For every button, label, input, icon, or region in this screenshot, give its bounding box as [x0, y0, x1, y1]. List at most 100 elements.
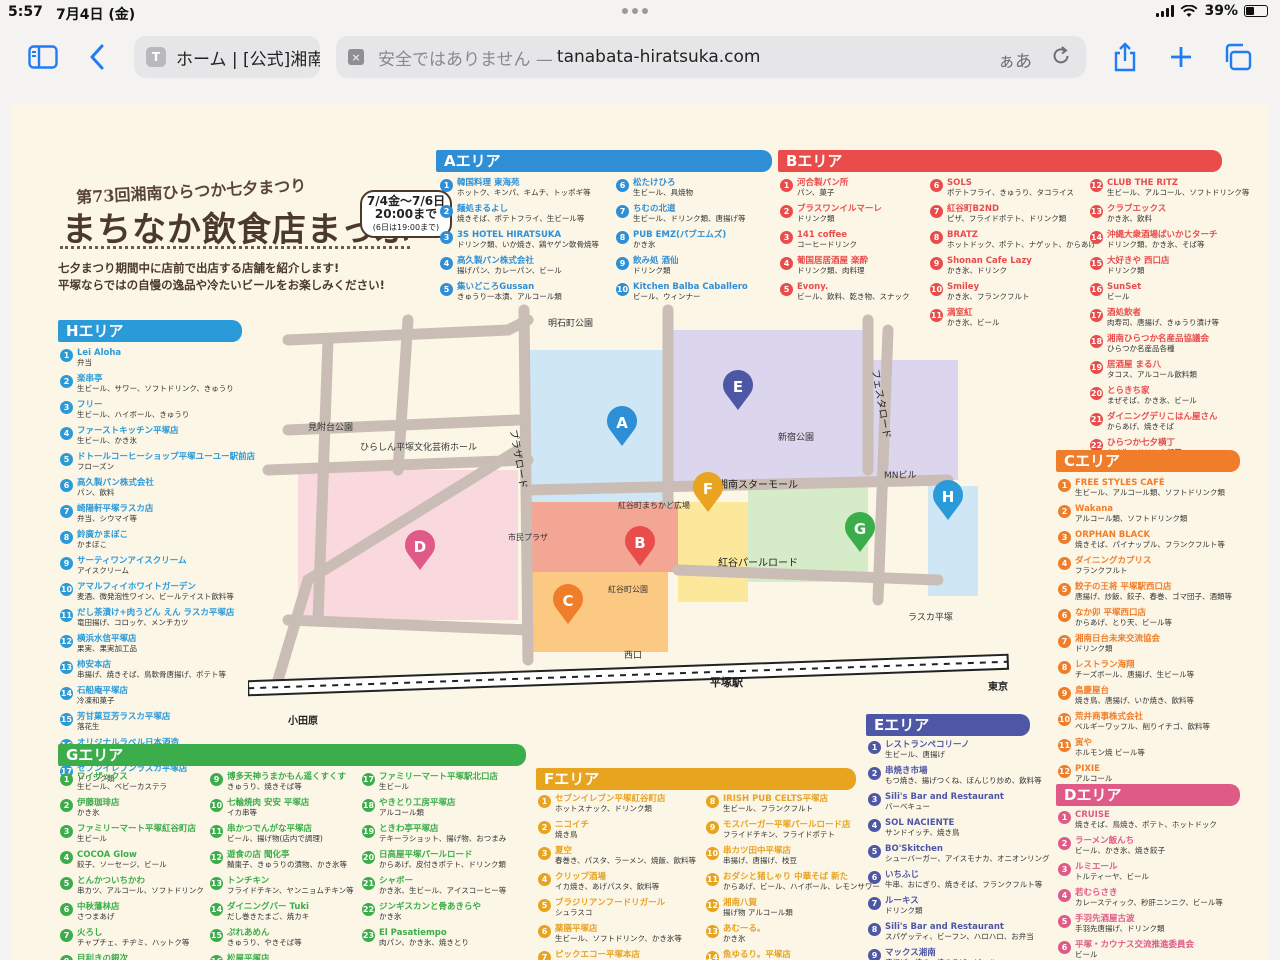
area-h-shop-item: 13 柿安本店 串揚げ、焼きそば、鳥軟骨唐揚げ、ポテト等: [60, 660, 246, 680]
shop-number: 10: [210, 799, 223, 812]
shop-name: いちふじ: [885, 870, 920, 880]
text-size-button[interactable]: ぁあ: [998, 47, 1032, 72]
shop-desc: 手羽先唐揚げ、ドリンク類: [1075, 924, 1165, 933]
area-d-shop-item: 1 CRUISE 焼きそば、鳥焼き、ポテト、ホットドック: [1058, 810, 1248, 830]
area-h-shop-item: 7 崎陽軒平塚ラスカ店 弁当、シウマイ等: [60, 504, 246, 524]
shop-name: ORPHAN BLACK: [1075, 530, 1151, 540]
area-c-shop-item: 9 鳥慶屋台 焼き鳥、唐揚げ、いか焼き、飲料等: [1058, 686, 1248, 706]
shop-desc: 生ビール、サワー、ソフトドリンク、きゅうり: [77, 384, 234, 393]
shop-name: 日高屋平塚パールロード: [379, 850, 473, 860]
area-h-shop-item: 2 楽串亭 生ビール、サワー、ソフトドリンク、きゅうり: [60, 374, 246, 394]
shop-desc: シューバーガー、アイスモナカ、オニオンリング: [885, 854, 1050, 863]
area-e-shop-item: 2 串焼き市場 もつ焼き、揚げつくね、ぼんじり炒め、飲料等: [868, 766, 1048, 786]
shop-desc: スパゲッティ、ビーフン、ハロハロ、お弁当: [885, 932, 1034, 941]
shop-desc: コーヒードリンク: [797, 240, 857, 249]
shop-name: 麺処まるよし: [457, 204, 509, 214]
area-h-shop-item: 5 ドトールコーヒーショップ平塚ユーユー駅前店 フローズン: [60, 452, 255, 472]
shop-name: 薬膳平塚店: [555, 924, 598, 934]
shop-desc: きゅうり、やきそば等: [227, 938, 302, 947]
area-b-header: Bエリア: [778, 150, 1222, 172]
plus-icon[interactable]: [1164, 40, 1198, 74]
address-bar[interactable]: × 安全ではありません — tanabata-hiratsuka.com ぁあ: [336, 36, 1086, 78]
browser-toolbar: T ホーム | [公式]湘南 × 安全ではありません — tanabata-hi…: [0, 26, 1280, 92]
area-d-shop-item: 4 若むらさき カレースティック、秒肝ニンニク、ビール等: [1058, 888, 1248, 908]
shop-name: トンチキン: [227, 876, 270, 886]
shop-desc: 串揚げ、焼きそば、鳥軟骨唐揚げ、ポテト等: [77, 670, 226, 679]
shop-number: 6: [538, 925, 551, 938]
area-b-shop-item: 12 CLUB THE RITZ 生ビール、アルコール、ソフトドリンク等: [1090, 178, 1249, 198]
shop-name: ファーストキッチン平塚店: [77, 426, 179, 436]
shop-desc: 生ビール、ハイボール、きゅうり: [77, 410, 190, 419]
shop-number: 8: [616, 231, 629, 244]
area-e-shop-item: 7 ルーキス ドリンク類: [868, 896, 1048, 916]
shop-desc: もつ焼き、揚げつくね、ぼんじり炒め、飲料等: [885, 776, 1042, 785]
shop-desc: イカ串等: [227, 808, 257, 817]
area-d-shop-item: 2 ラーメン飯んち ビール、かき氷、焼き餃子: [1058, 836, 1248, 856]
area-b-shop-item: 2 ブラスワンイルマーレ ドリンク類: [780, 204, 930, 224]
shop-number: 4: [868, 819, 881, 832]
label-lasca: ラスカ平塚: [908, 612, 953, 623]
shop-name: Smiley: [947, 282, 980, 292]
shop-number: 7: [616, 205, 629, 218]
area-b-list-col3: 12 CLUB THE RITZ 生ビール、アルコール、ソフトドリンク等 13 クラブエ…: [1090, 178, 1249, 464]
area-c-shop-item: 6 なか卯 平塚西口店 からあげ、とり天、ビール等: [1058, 608, 1248, 628]
shop-number: 9: [706, 821, 719, 834]
shop-number: 14: [1090, 231, 1103, 244]
shop-desc: 弁当: [77, 358, 92, 367]
shop-number: 16: [210, 955, 223, 960]
shop-name: とらきち家: [1107, 386, 1150, 396]
reload-icon[interactable]: [1050, 45, 1072, 72]
shop-name: 沖縄大衆酒場ぱいかじターチ: [1107, 230, 1218, 240]
area-a-shop-item: 9 飲み処 酒仙 ドリンク類: [616, 256, 772, 276]
shop-name: 石船庵平塚店: [77, 686, 129, 696]
shop-desc: からあげ、ビール、ハイボール、レモンサワー: [723, 882, 880, 891]
area-f-shop-item: 10 串カツ田中平塚店 串揚げ、唐揚げ、枝豆: [706, 846, 862, 866]
tab-home[interactable]: T ホーム | [公式]湘南: [134, 36, 320, 78]
shop-number: 1: [868, 741, 881, 754]
area-b-shop-item: 19 居酒屋 まる八 タコス、アルコール飲料類: [1090, 360, 1240, 380]
shop-desc: かき氷、ドリンク: [947, 266, 1007, 275]
shop-number: 22: [362, 903, 375, 916]
area-f-shop-item: 4 クリップ酒場 イカ焼き、あげパスタ、飲料等: [538, 872, 708, 892]
label-meisei-park: 明石町公園: [548, 318, 593, 329]
sidebar-icon[interactable]: [26, 40, 60, 74]
shop-number: 6: [868, 871, 881, 884]
title-divider: [60, 246, 410, 249]
area-f-shop-item: 3 夏空 春巻き、パスタ、ラーメン、焼飯、飲料等: [538, 846, 708, 866]
shop-number: 16: [1090, 283, 1103, 296]
area-e-shop-item: 3 Sili's Bar and Restaurant バーベキュー: [868, 792, 1048, 812]
svg-text:A: A: [616, 414, 628, 432]
tabs-icon[interactable]: [1220, 40, 1254, 74]
shop-number: 3: [440, 231, 453, 244]
shop-number: 13: [706, 925, 719, 938]
shop-number: 14: [210, 903, 223, 916]
shop-name: 遊食の店 聞化亭: [227, 850, 290, 860]
area-e-shop-item: 8 Sili's Bar and Restaurant スパゲッティ、ビーフン、ハロ…: [868, 922, 1048, 942]
shop-number: 4: [60, 851, 73, 864]
area-c-shop-item: 1 FREE STYLES CAFÉ 生ビール、アルコール類、ソフトドリンク類: [1058, 478, 1248, 498]
area-g-shop-item: 23 El Pasatiempo 肉パン、かき氷、焼きとり: [362, 928, 526, 948]
shop-desc: ドリンク類、肉料理: [797, 266, 865, 275]
close-icon[interactable]: ×: [348, 49, 364, 65]
area-b-shop-item: 8 BRATZ ホットドック、ポテト、ナゲット、からあげ: [930, 230, 1096, 250]
shop-number: 8: [868, 923, 881, 936]
multitask-dots[interactable]: [622, 8, 648, 14]
shop-number: 10: [930, 283, 943, 296]
shop-desc: 生ビール、ソフトドリンク、かき氷等: [555, 934, 682, 943]
chevron-left-icon[interactable]: [80, 40, 114, 74]
area-g-list-col3: 17 ファミリーマート平塚駅北口店 生ビール 18 やきとり工房平塚店 アルコール類 19 と…: [362, 772, 526, 954]
area-b-shop-item: 13 クラブエックス かき氷、飲料: [1090, 204, 1240, 224]
area-b-shop-item: 9 Shonan Cafe Lazy かき氷、ドリンク: [930, 256, 1090, 276]
shop-desc: ビール: [1075, 950, 1098, 959]
shop-desc: 生ビール、唐揚げ: [885, 750, 945, 759]
shop-number: 20: [1090, 387, 1103, 400]
shop-number: 9: [1058, 687, 1071, 700]
shop-name: PIXIE: [1075, 764, 1100, 774]
label-odawara: 小田原: [287, 714, 318, 727]
area-b-shop-item: 7 紅谷町B2ND ピザ、フライドポテト、ドリンク類: [930, 204, 1090, 224]
shop-name: 串カツ田中平塚店: [723, 846, 792, 856]
shop-number: 2: [868, 767, 881, 780]
share-icon[interactable]: [1108, 40, 1142, 74]
shop-desc: まぜそば、かき氷、ビール: [1107, 396, 1197, 405]
shop-number: 9: [930, 257, 943, 270]
